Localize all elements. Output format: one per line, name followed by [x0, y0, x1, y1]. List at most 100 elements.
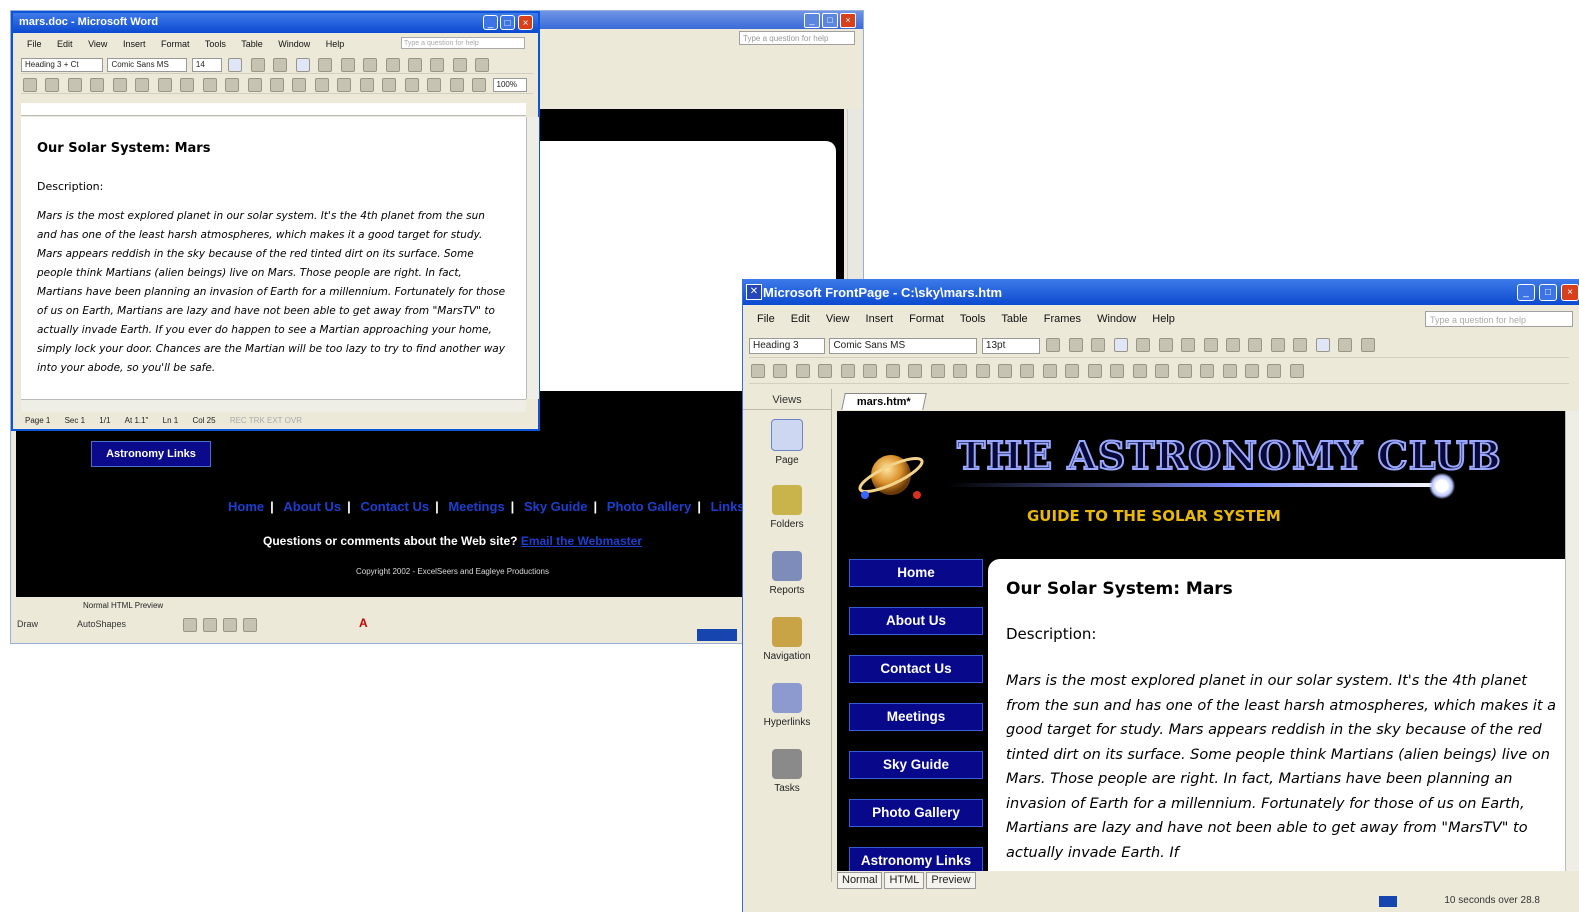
new-page-icon[interactable] [751, 364, 765, 378]
vertical-scrollbar[interactable] [1565, 411, 1579, 871]
style-dropdown[interactable]: Heading 3 + Ct [21, 58, 103, 72]
views-item-folders[interactable]: Folders [743, 481, 831, 547]
wordart-icon[interactable] [243, 618, 257, 632]
views-item-navigation[interactable]: Navigation [743, 613, 831, 679]
publish-icon[interactable] [840, 364, 855, 378]
undo-icon[interactable] [292, 78, 307, 92]
tab-normal[interactable]: Normal [83, 601, 109, 610]
align-right-icon[interactable] [1158, 338, 1173, 352]
indent-icon[interactable] [430, 58, 445, 72]
align-left-icon[interactable] [295, 58, 310, 72]
views-item-reports[interactable]: Reports [743, 547, 831, 613]
save-icon[interactable] [795, 364, 810, 378]
textbox-icon[interactable] [223, 618, 237, 632]
redo-icon[interactable] [314, 78, 329, 92]
footer-link[interactable]: About Us [283, 499, 341, 514]
spelling-icon[interactable] [930, 364, 945, 378]
underline-icon[interactable] [1091, 338, 1106, 352]
rectangle-icon[interactable] [183, 618, 197, 632]
font-dropdown[interactable]: Comic Sans MS [107, 58, 188, 72]
new-icon[interactable] [23, 78, 37, 92]
footer-link[interactable]: Links [711, 499, 745, 514]
open-icon[interactable] [45, 78, 60, 92]
table-icon[interactable] [359, 78, 374, 92]
tab-html[interactable]: HTML [884, 872, 925, 889]
hyperlink-icon[interactable] [1200, 364, 1215, 378]
underline-icon[interactable] [273, 58, 288, 72]
spelling-icon[interactable] [180, 78, 195, 92]
nav-about-us[interactable]: About Us [849, 607, 983, 635]
redo-icon[interactable] [1065, 364, 1080, 378]
italic-icon[interactable] [250, 58, 265, 72]
justify-icon[interactable] [1181, 338, 1196, 352]
nav-astronomy-links[interactable]: Astronomy Links [849, 847, 983, 871]
hyperlink-icon[interactable] [337, 78, 352, 92]
nav-sky-guide[interactable]: Sky Guide [849, 751, 983, 779]
help-search-input[interactable]: Type a question for help [1425, 311, 1573, 327]
bold-icon[interactable] [228, 58, 243, 72]
refresh-icon[interactable] [1222, 364, 1237, 378]
format-painter-icon[interactable] [269, 78, 284, 92]
print-icon[interactable] [135, 78, 150, 92]
show-all-icon[interactable] [1267, 364, 1282, 378]
close-button[interactable]: × [840, 13, 856, 28]
search-icon[interactable] [818, 364, 833, 378]
help-search-input[interactable]: Type a question for help [401, 37, 525, 49]
drawing-icon[interactable] [1177, 364, 1192, 378]
align-center-icon[interactable] [1136, 338, 1151, 352]
oval-icon[interactable] [203, 618, 217, 632]
views-item-tasks[interactable]: Tasks [743, 745, 831, 811]
email-icon[interactable] [112, 78, 127, 92]
align-center-icon[interactable] [318, 58, 333, 72]
insert-layer-icon[interactable] [1132, 364, 1147, 378]
style-dropdown[interactable]: Heading 3 [749, 338, 825, 354]
menu-tools[interactable]: Tools [205, 39, 226, 49]
save-icon[interactable] [67, 78, 82, 92]
menu-view[interactable]: View [826, 313, 850, 325]
minimize-button[interactable]: _ [483, 15, 498, 30]
footer-link[interactable]: Photo Gallery [607, 499, 692, 514]
maximize-button[interactable]: □ [500, 15, 515, 30]
paste-icon[interactable] [997, 364, 1012, 378]
footer-link[interactable]: Meetings [448, 499, 504, 514]
menu-insert[interactable]: Insert [123, 39, 146, 49]
columns-icon[interactable] [404, 78, 419, 92]
footer-link[interactable]: Home [228, 499, 264, 514]
format-painter-icon[interactable] [1020, 364, 1035, 378]
insert-picture-icon[interactable] [1155, 364, 1170, 378]
tab-mars-htm[interactable]: mars.htm* [841, 393, 927, 410]
word-document-area[interactable]: Our Solar System: Mars Description: Mars… [21, 117, 526, 399]
font-dropdown[interactable]: Comic Sans MS [829, 338, 978, 354]
bold-icon[interactable] [1046, 338, 1061, 352]
increase-indent-icon[interactable] [1293, 338, 1308, 352]
autoshapes-menu[interactable]: AutoShapes [77, 619, 126, 629]
justify-icon[interactable] [363, 58, 378, 72]
minimize-button[interactable]: _ [804, 13, 820, 28]
menu-edit[interactable]: Edit [57, 39, 73, 49]
zoom-dropdown[interactable]: 100% [492, 78, 527, 92]
decrease-indent-icon[interactable] [1270, 338, 1285, 352]
menu-table[interactable]: Table [241, 39, 263, 49]
numbering-icon[interactable] [385, 58, 400, 72]
bullets-icon[interactable] [1248, 338, 1263, 352]
insert-table-icon[interactable] [1110, 364, 1125, 378]
align-right-icon[interactable] [340, 58, 355, 72]
nav-meetings[interactable]: Meetings [849, 703, 983, 731]
undo-icon[interactable] [1042, 364, 1057, 378]
vertical-scrollbar[interactable] [526, 117, 539, 399]
menu-view[interactable]: View [88, 39, 107, 49]
cut-icon[interactable] [953, 364, 968, 378]
nav-home[interactable]: Home [849, 559, 983, 587]
close-button[interactable]: × [518, 15, 533, 30]
email-webmaster-link[interactable]: Email the Webmaster [521, 534, 642, 548]
nav-photo-gallery[interactable]: Photo Gallery [849, 799, 983, 827]
maximize-button[interactable]: □ [822, 13, 838, 28]
tab-preview[interactable]: Preview [135, 601, 163, 610]
minimize-button[interactable]: _ [1517, 284, 1535, 301]
help-icon[interactable] [1289, 364, 1304, 378]
views-item-page[interactable]: Page [743, 415, 831, 481]
views-item-hyperlinks[interactable]: Hyperlinks [743, 679, 831, 745]
menu-insert[interactable]: Insert [866, 313, 894, 325]
menu-table[interactable]: Table [1001, 313, 1027, 325]
content-area[interactable]: Our Solar System: Mars Description: Mars… [988, 559, 1579, 871]
